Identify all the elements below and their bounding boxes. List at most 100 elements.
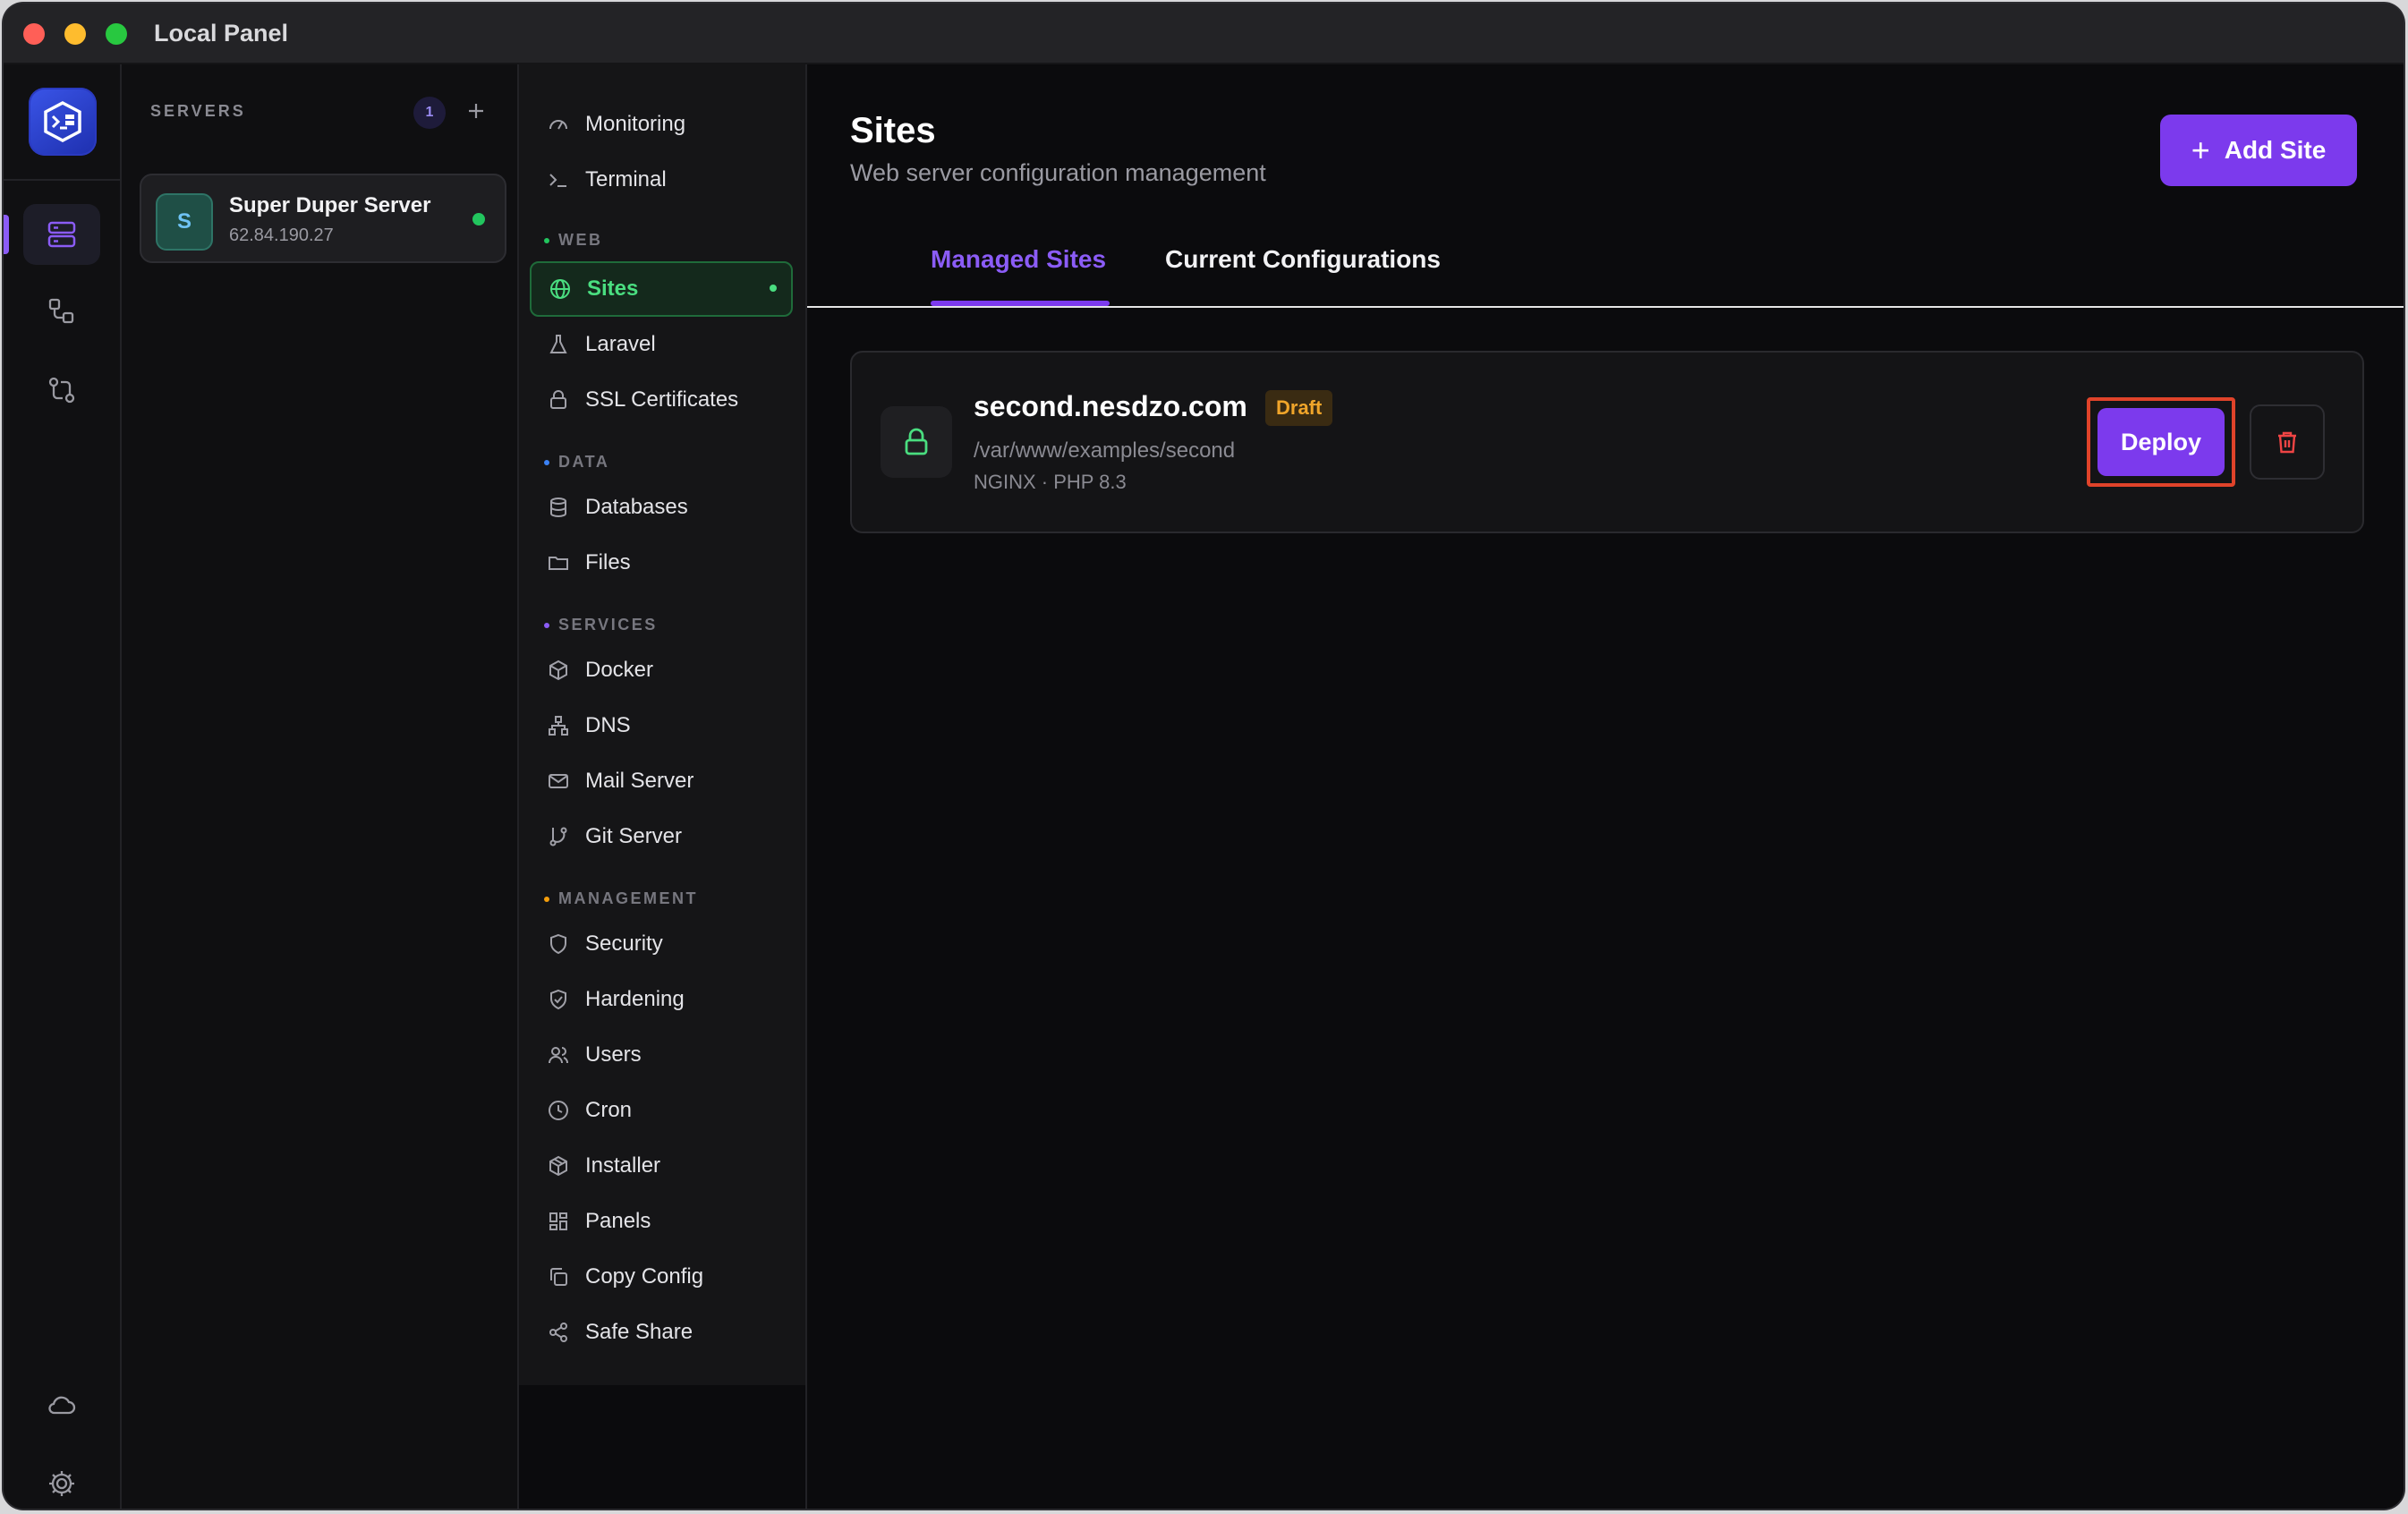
nav-item-terminal[interactable]: Terminal (530, 154, 791, 206)
add-server-button[interactable] (460, 95, 492, 127)
nav-item-docker[interactable]: Docker (530, 644, 791, 696)
nav-item-label: Files (585, 550, 631, 574)
section-dot (544, 622, 549, 628)
nav-item-users[interactable]: Users (530, 1029, 791, 1081)
nav-item-label: Users (585, 1042, 642, 1067)
database-icon (544, 493, 573, 522)
app-logo[interactable] (29, 88, 97, 156)
server-ip: 62.84.190.27 (229, 225, 334, 245)
server-avatar: S (156, 193, 213, 251)
site-stack: NGINX · PHP 8.3 (974, 471, 1127, 493)
nav-section-data: DATA (544, 453, 609, 472)
rail-compare-button[interactable] (23, 360, 100, 421)
rail-workflow-button[interactable] (23, 281, 100, 342)
plus-icon: + (2191, 132, 2210, 168)
nav-item-mail-server[interactable]: Mail Server (530, 755, 791, 807)
rail-servers-button[interactable] (23, 204, 100, 265)
nav-item-cron[interactable]: Cron (530, 1084, 791, 1136)
gear-icon (49, 1471, 74, 1496)
nav-item-label: Security (585, 931, 663, 956)
icon-rail (4, 64, 122, 1509)
delete-site-button[interactable] (2250, 404, 2325, 480)
nav-item-hardening[interactable]: Hardening (530, 974, 791, 1025)
nav-item-safe-share[interactable]: Safe Share (530, 1306, 791, 1358)
folder-icon (544, 549, 573, 577)
site-path: /var/www/examples/second (974, 438, 1236, 463)
nav-item-label: Terminal (585, 167, 667, 191)
clock-icon (544, 1096, 573, 1125)
close-window-button[interactable] (23, 23, 45, 45)
add-site-label: Add Site (2224, 136, 2327, 164)
nav-item-label: Databases (585, 495, 688, 519)
nav-item-label: Copy Config (585, 1264, 704, 1289)
nav-item-label: Laravel (585, 332, 656, 356)
status-badge: Draft (1265, 390, 1333, 426)
nav-item-ssl-certificates[interactable]: SSL Certificates (530, 374, 791, 426)
git-compare-icon (48, 377, 75, 404)
nav-item-databases[interactable]: Databases (530, 481, 791, 533)
rail-cloud-button[interactable] (23, 1374, 100, 1435)
site-ssl-status (881, 406, 952, 478)
zoom-window-button[interactable] (106, 23, 127, 45)
nav-item-label: Docker (585, 658, 654, 682)
nav-empty-area (519, 1385, 807, 1509)
nav-item-panels[interactable]: Panels (530, 1195, 791, 1247)
mail-icon (544, 767, 573, 795)
nav-item-label: Safe Share (585, 1320, 693, 1344)
grid-icon (544, 1207, 573, 1236)
nav-item-monitoring[interactable]: Monitoring (530, 98, 791, 150)
tabs-divider (807, 306, 2404, 308)
site-card: second.nesdzo.com Draft /var/www/example… (850, 351, 2364, 533)
flask-icon (544, 330, 573, 359)
nav-item-label: Git Server (585, 824, 683, 848)
nav-item-git-server[interactable]: Git Server (530, 811, 791, 863)
shield-icon (544, 930, 573, 958)
tab-managed-sites[interactable]: Managed Sites (931, 245, 1106, 274)
section-dot (544, 459, 549, 465)
site-domain[interactable]: second.nesdzo.com (974, 390, 1247, 423)
nav-item-label: DNS (585, 713, 631, 737)
section-dot (544, 896, 549, 902)
tab-current-configurations[interactable]: Current Configurations (1165, 245, 1441, 274)
title-bar: Local Panel (4, 4, 2404, 64)
deploy-button[interactable]: Deploy (2097, 408, 2225, 476)
nav-section-label: SERVICES (558, 616, 658, 634)
rail-settings-button[interactable] (23, 1453, 100, 1509)
minimize-window-button[interactable] (64, 23, 86, 45)
nav-item-dns[interactable]: DNS (530, 700, 791, 752)
nav-item-files[interactable]: Files (530, 537, 791, 589)
window-title: Local Panel (154, 20, 289, 47)
servers-heading: SERVERS (150, 102, 246, 120)
nav-item-laravel[interactable]: Laravel (530, 319, 791, 370)
nav-item-label: Sites (587, 276, 639, 301)
terminal-icon (544, 166, 573, 194)
shield-check-icon (544, 985, 573, 1014)
page-title: Sites (850, 111, 936, 150)
servers-count-badge: 1 (413, 97, 446, 129)
nav-section-web: WEB (544, 231, 603, 250)
servers-panel: SERVERS 1 S Super Duper Server 62.84.190… (122, 64, 519, 1509)
nav-item-sites[interactable]: Sites (530, 261, 793, 317)
nav-item-copy-config[interactable]: Copy Config (530, 1251, 791, 1303)
nav-item-label: SSL Certificates (585, 387, 739, 412)
network-icon (544, 711, 573, 740)
server-online-indicator (472, 213, 485, 225)
server-name: Super Duper Server (229, 193, 431, 217)
nav-item-label: Panels (585, 1209, 651, 1233)
rail-divider (4, 179, 120, 181)
nav-section-label: DATA (558, 453, 610, 471)
server-card[interactable]: S Super Duper Server 62.84.190.27 (140, 174, 506, 263)
add-site-button[interactable]: + Add Site (2160, 115, 2357, 186)
nav-item-label: Monitoring (585, 112, 686, 136)
active-tab-underline (931, 301, 1110, 306)
globe-icon (546, 275, 574, 303)
workflow-icon (48, 298, 74, 324)
nav-section-management: MANAGEMENT (544, 889, 698, 908)
main-content: Sites Web server configuration managemen… (807, 64, 2404, 1509)
server-icon (47, 221, 76, 248)
nav-item-security[interactable]: Security (530, 918, 791, 970)
section-dot (544, 237, 549, 243)
box-icon (544, 656, 573, 685)
nav-item-installer[interactable]: Installer (530, 1140, 791, 1192)
trash-icon (2278, 431, 2296, 454)
